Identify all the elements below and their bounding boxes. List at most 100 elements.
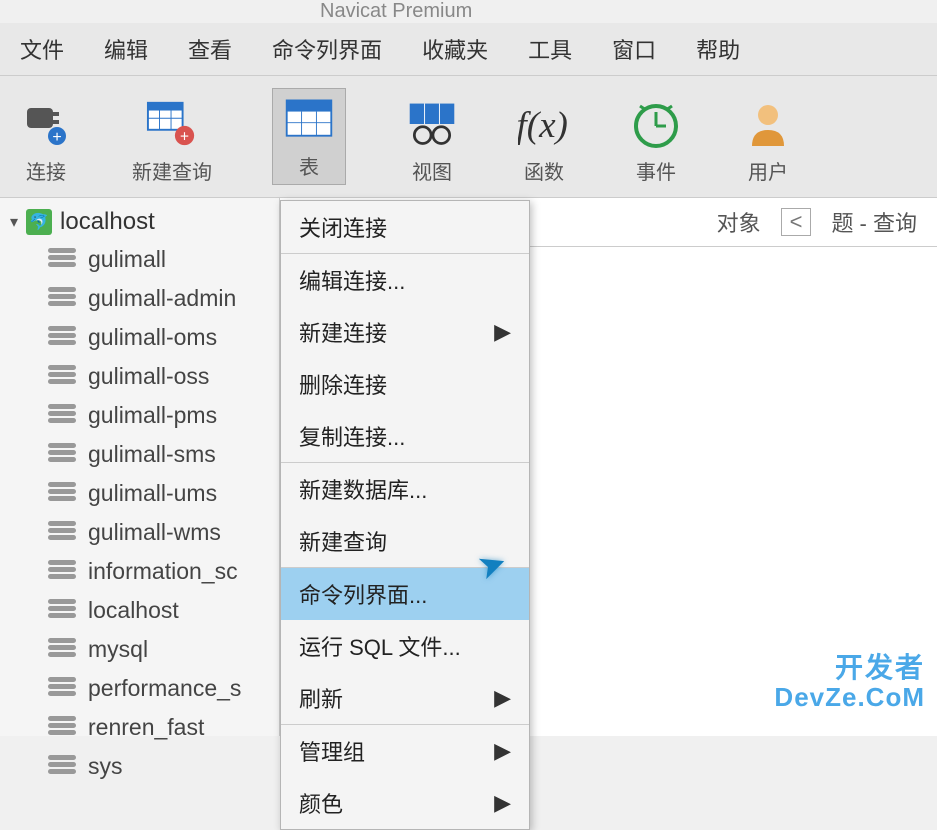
database-icon — [48, 326, 76, 350]
svg-text:+: + — [52, 129, 61, 146]
db-item-gulimall-ums[interactable]: gulimall-ums — [0, 474, 279, 513]
ctx-编辑连接[interactable]: 编辑连接... — [281, 254, 529, 306]
ctx-label: 删除连接 — [299, 368, 387, 400]
db-item-gulimall[interactable]: gulimall — [0, 240, 279, 279]
db-item-information-sc[interactable]: information_sc — [0, 552, 279, 591]
menu-help[interactable]: 帮助 — [696, 33, 740, 65]
database-icon — [48, 248, 76, 272]
ctx-刷新[interactable]: 刷新 ▶ — [281, 672, 529, 724]
database-icon — [48, 716, 76, 740]
ctx-label: 新建查询 — [299, 525, 387, 557]
context-menu: 关闭连接编辑连接...新建连接▶删除连接复制连接...新建数据库...新建查询命… — [280, 200, 530, 830]
db-label: gulimall-oss — [88, 363, 209, 390]
ctx-复制连接[interactable]: 复制连接... — [281, 410, 529, 462]
database-icon — [48, 638, 76, 662]
tool-connect-label: 连接 — [26, 156, 66, 185]
db-item-gulimall-sms[interactable]: gulimall-sms — [0, 435, 279, 474]
tool-event-label: 事件 — [636, 156, 676, 185]
ctx-新建数据库[interactable]: 新建数据库... — [281, 463, 529, 515]
sidebar: ▾ 🐬 localhost gulimall gulimall-admin guli… — [0, 198, 280, 736]
db-label: information_sc — [88, 558, 238, 585]
db-item-gulimall-oms[interactable]: gulimall-oms — [0, 318, 279, 357]
db-label: gulimall-admin — [88, 285, 236, 312]
ctx-label: 颜色 — [299, 787, 343, 819]
chevron-down-icon: ▾ — [10, 212, 18, 232]
ctx-label: 刷新 — [299, 682, 343, 714]
tool-user[interactable]: 用户 — [742, 98, 794, 185]
plug-icon: + — [20, 98, 72, 150]
db-item-gulimall-oss[interactable]: gulimall-oss — [0, 357, 279, 396]
db-label: renren_fast — [88, 714, 204, 741]
db-label: gulimall-wms — [88, 519, 221, 546]
database-icon — [48, 599, 76, 623]
db-item-mysql[interactable]: mysql — [0, 630, 279, 669]
database-icon — [48, 443, 76, 467]
submenu-arrow-icon: ▶ — [494, 685, 511, 711]
user-icon — [742, 98, 794, 150]
ctx-颜色[interactable]: 颜色 ▶ — [281, 777, 529, 829]
breadcrumb-text: 题 - 查询 — [831, 206, 917, 238]
database-icon — [48, 404, 76, 428]
menu-file[interactable]: 文件 — [20, 33, 64, 65]
submenu-arrow-icon: ▶ — [494, 738, 511, 764]
ctx-管理组[interactable]: 管理组 ▶ — [281, 725, 529, 777]
tool-new-query-label: 新建查询 — [132, 156, 212, 185]
grid-plus-icon: + — [146, 98, 198, 150]
ctx-label: 新建数据库... — [299, 473, 427, 505]
db-item-gulimall-admin[interactable]: gulimall-admin — [0, 279, 279, 318]
ctx-label: 复制连接... — [299, 420, 405, 452]
menu-tools[interactable]: 工具 — [528, 33, 572, 65]
database-list: gulimall gulimall-admin gulimall-oms gulima… — [0, 240, 279, 786]
db-item-gulimall-wms[interactable]: gulimall-wms — [0, 513, 279, 552]
ctx-关闭连接[interactable]: 关闭连接 — [281, 201, 529, 253]
glasses-icon — [406, 98, 458, 150]
ctx-label: 新建连接 — [299, 316, 387, 348]
tool-function[interactable]: f(x) 函数 — [518, 98, 570, 185]
db-label: gulimall — [88, 246, 166, 273]
db-label: gulimall-oms — [88, 324, 217, 351]
tab-object[interactable]: 对象 — [717, 206, 761, 238]
svg-text:f(x): f(x) — [518, 105, 568, 146]
menubar: 文件 编辑 查看 命令列界面 收藏夹 工具 窗口 帮助 — [0, 23, 937, 76]
db-item-localhost[interactable]: localhost — [0, 591, 279, 630]
connection-name: localhost — [60, 208, 155, 236]
watermark: 开发者 DevZe.CoM — [774, 653, 925, 712]
ctx-label: 管理组 — [299, 735, 365, 767]
database-icon — [48, 287, 76, 311]
watermark-cn: 开发者 — [774, 653, 925, 684]
ctx-label: 运行 SQL 文件... — [299, 630, 461, 662]
db-label: localhost — [88, 597, 179, 624]
back-button[interactable]: < — [781, 208, 812, 236]
submenu-arrow-icon: ▶ — [494, 790, 511, 816]
database-icon — [48, 677, 76, 701]
database-icon — [48, 755, 76, 779]
ctx-label: 编辑连接... — [299, 264, 405, 296]
tool-table-label: 表 — [299, 151, 319, 180]
db-label: performance_s — [88, 675, 241, 702]
tool-table[interactable]: 表 — [272, 88, 346, 185]
ctx-删除连接[interactable]: 删除连接 — [281, 358, 529, 410]
db-item-renren-fast[interactable]: renren_fast — [0, 708, 279, 747]
fx-icon: f(x) — [518, 98, 570, 150]
tool-function-label: 函数 — [524, 156, 564, 185]
menu-cli[interactable]: 命令列界面 — [272, 33, 382, 65]
db-item-sys[interactable]: sys — [0, 747, 279, 786]
db-label: gulimall-sms — [88, 441, 216, 468]
tool-view[interactable]: 视图 — [406, 98, 458, 185]
db-label: gulimall-ums — [88, 480, 217, 507]
tool-event[interactable]: 事件 — [630, 98, 682, 185]
ctx-新建连接[interactable]: 新建连接▶ — [281, 306, 529, 358]
menu-view[interactable]: 查看 — [188, 33, 232, 65]
table-icon — [283, 93, 335, 145]
db-item-performance-s[interactable]: performance_s — [0, 669, 279, 708]
menu-edit[interactable]: 编辑 — [104, 33, 148, 65]
connection-localhost[interactable]: ▾ 🐬 localhost — [0, 204, 279, 240]
menu-favorites[interactable]: 收藏夹 — [422, 33, 488, 65]
watermark-en: DevZe.CoM — [774, 683, 925, 712]
tool-new-query[interactable]: + 新建查询 — [132, 98, 212, 185]
db-item-gulimall-pms[interactable]: gulimall-pms — [0, 396, 279, 435]
tool-connect[interactable]: + 连接 — [20, 98, 72, 185]
menu-window[interactable]: 窗口 — [612, 33, 656, 65]
ctx-运行SQL文件[interactable]: 运行 SQL 文件... — [281, 620, 529, 672]
clock-icon — [630, 98, 682, 150]
